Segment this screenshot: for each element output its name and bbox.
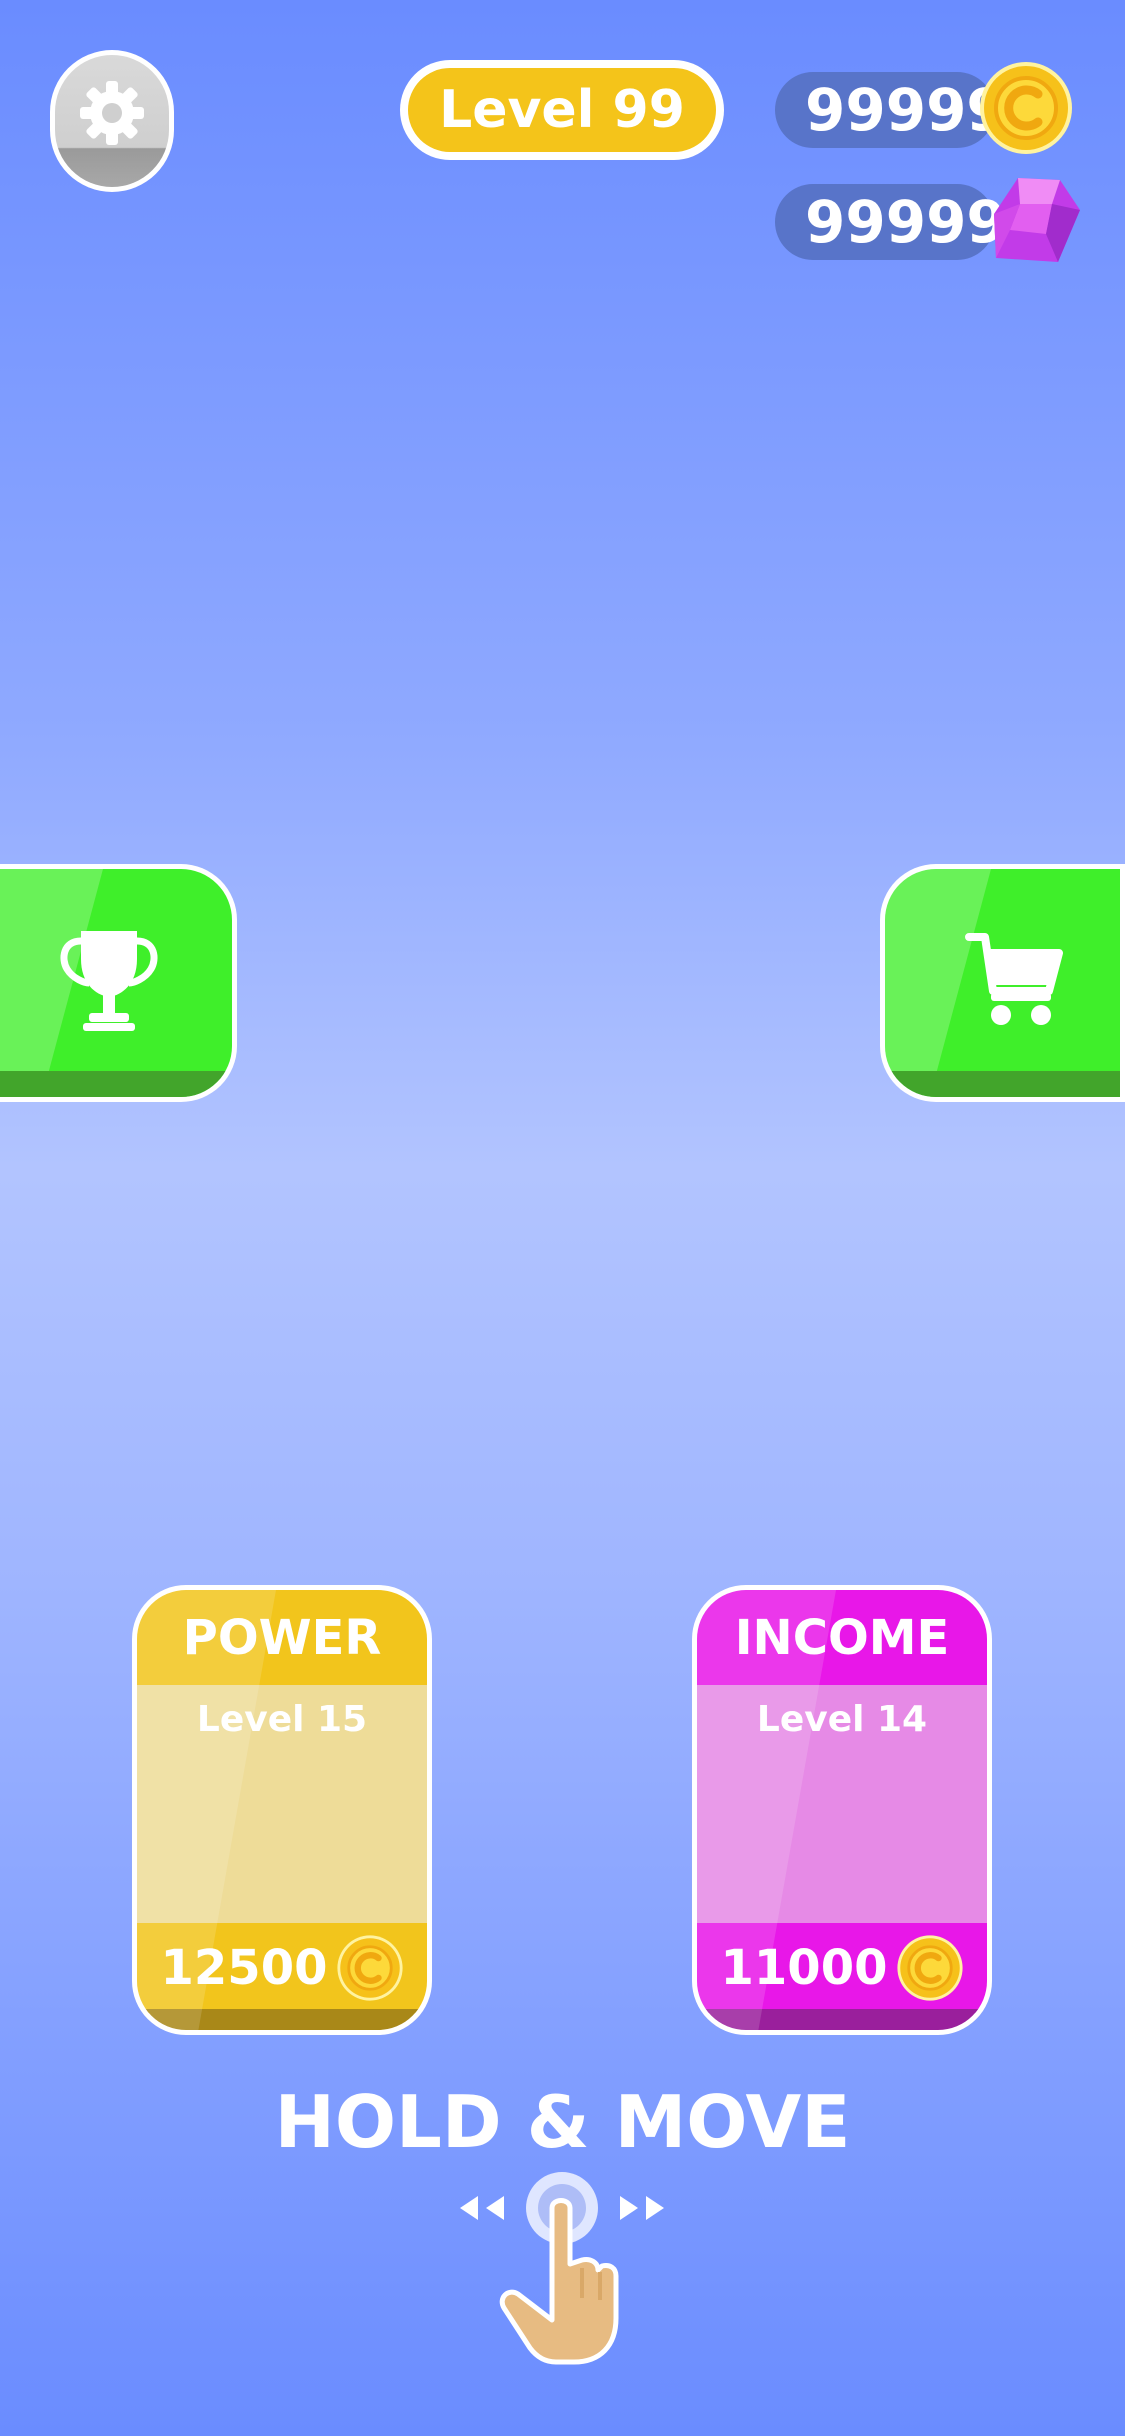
coin-icon (336, 1935, 403, 2001)
income-upgrade-card[interactable]: INCOME Level 14 11000 (692, 1585, 992, 2035)
leaderboard-button[interactable] (0, 864, 237, 1102)
gem-counter: 99999 (775, 184, 1007, 260)
power-upgrade-card[interactable]: POWER Level 15 12500 (132, 1585, 432, 2035)
hold-and-move-hint: HOLD & MOVE (274, 2080, 851, 2164)
gem-icon (994, 178, 1080, 262)
hand-drag-icon (460, 2172, 664, 2365)
coin-icon (980, 62, 1072, 154)
coin-count: 99999 (805, 76, 1007, 144)
trophy-icon (60, 931, 158, 1031)
coin-counter: 99999 (775, 72, 1007, 148)
level-badge: Level 99 (400, 60, 724, 160)
gear-icon (80, 81, 144, 145)
shop-button[interactable] (880, 864, 1125, 1102)
gem-count: 99999 (805, 188, 1007, 256)
coin-icon (896, 1935, 963, 2001)
cart-icon (965, 933, 1063, 1025)
settings-button[interactable] (50, 50, 174, 192)
level-label: Level 99 (408, 68, 716, 152)
